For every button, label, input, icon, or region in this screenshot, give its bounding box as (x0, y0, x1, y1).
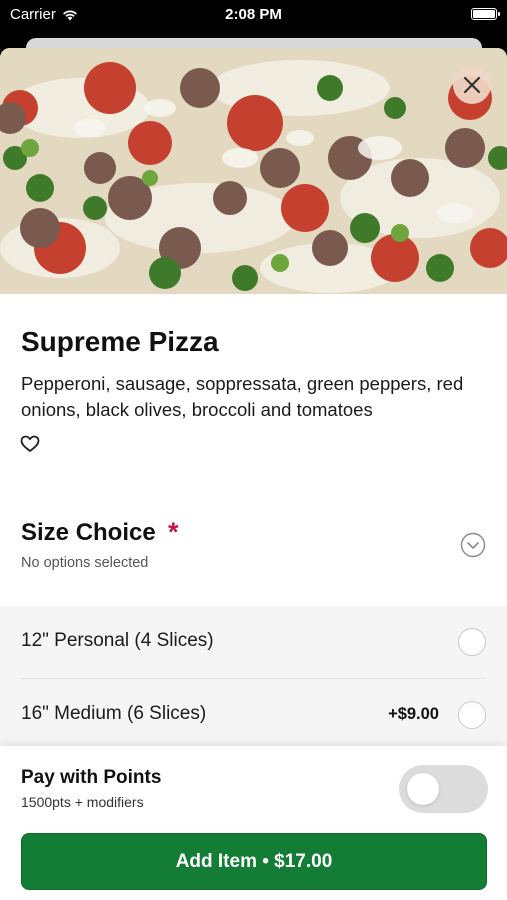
size-option-16-medium[interactable]: 16" Medium (6 Slices) +$9.00 (0, 679, 507, 752)
size-choice-title: Size Choice (21, 519, 156, 546)
chevron-down-circle-icon[interactable] (460, 532, 486, 558)
option-label: 12" Personal (4 Slices) (21, 630, 214, 651)
option-radio[interactable] (458, 701, 486, 729)
option-label: 16" Medium (6 Slices) (21, 703, 207, 724)
item-title: Supreme Pizza (21, 326, 219, 357)
status-bar: Carrier 2:08 PM (0, 0, 507, 30)
add-item-button[interactable]: Add Item • $17.00 (21, 833, 487, 890)
battery-icon (471, 8, 500, 20)
required-indicator: * (168, 517, 179, 547)
option-price: +$9.00 (388, 705, 439, 723)
pizza-image (0, 48, 507, 294)
clock: 2:08 PM (225, 6, 282, 23)
item-detail-sheet: Supreme Pizza Pepperoni, sausage, soppre… (0, 48, 507, 900)
footer-bar: Pay with Points 1500pts + modifiers Add … (0, 746, 507, 900)
pay-with-points-title: Pay with Points (21, 767, 162, 788)
pay-with-points-subtitle: 1500pts + modifiers (21, 794, 144, 810)
size-choice-status: No options selected (21, 555, 149, 571)
toggle-knob (407, 773, 439, 805)
item-description: Pepperoni, sausage, soppressata, green p… (21, 373, 464, 420)
close-icon (463, 76, 481, 94)
item-photo (0, 48, 507, 294)
size-options-list: 12" Personal (4 Slices) 16" Medium (6 Sl… (0, 606, 507, 752)
option-radio[interactable] (458, 628, 486, 656)
size-option-12-personal[interactable]: 12" Personal (4 Slices) (0, 606, 507, 679)
heart-outline-icon[interactable] (20, 435, 40, 453)
close-button[interactable] (453, 66, 491, 104)
pay-with-points-toggle[interactable] (399, 765, 488, 813)
